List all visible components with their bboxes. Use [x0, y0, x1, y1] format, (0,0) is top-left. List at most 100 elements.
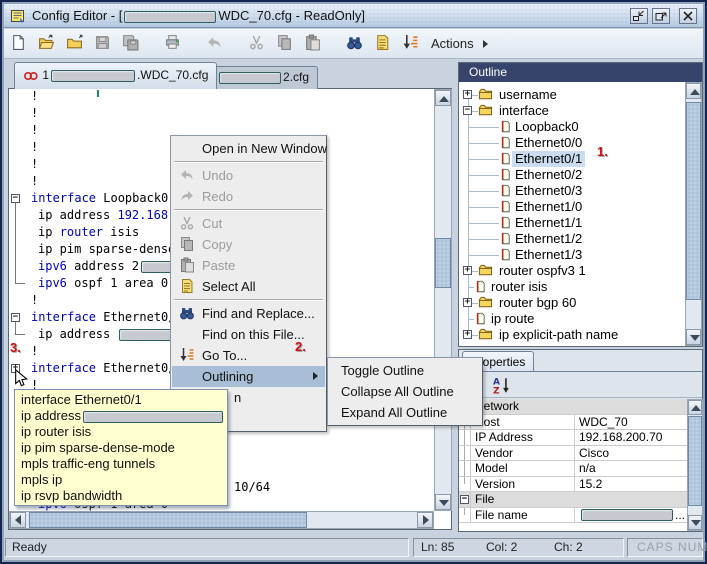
tree-item-username[interactable]: +username [459, 87, 685, 103]
scroll-down-button[interactable] [688, 515, 702, 530]
tree-item-loopback0[interactable]: Loopback0 [459, 119, 685, 135]
collapse-icon[interactable]: − [463, 106, 472, 115]
expand-icon[interactable]: + [463, 90, 472, 99]
menu-item-open-in-new-window[interactable]: Open in New Window [172, 138, 325, 159]
scroll-right-button[interactable] [417, 512, 433, 528]
expand-icon[interactable]: + [463, 266, 472, 275]
tree-item-ethernet0-3[interactable]: Ethernet0/3 [459, 183, 685, 199]
code-text: ! [31, 123, 38, 137]
tree-item-interface[interactable]: −interface [459, 103, 685, 119]
tree-item-ip-route[interactable]: ip route [459, 311, 685, 327]
restore-button[interactable] [630, 8, 648, 24]
tooltip-text: ip rsvp bandwidth [21, 488, 122, 503]
menu-item-outlining[interactable]: Outlining [172, 366, 325, 387]
property-row-host[interactable]: HostWDC_70 [459, 415, 687, 431]
menu-item-expand-all-outline[interactable]: Expand All Outline [329, 402, 481, 423]
property-value[interactable]: WDC_70 [575, 415, 687, 430]
file-icon [474, 280, 487, 293]
property-row-ip-address[interactable]: IP Address192.168.200.70 [459, 430, 687, 446]
titlebar[interactable]: Config Editor - [WDC_70.cfg - ReadOnly] [4, 4, 703, 28]
undo-button[interactable] [203, 31, 226, 57]
collapse-icon[interactable]: − [11, 194, 20, 203]
property-value[interactable]: 15.2 [575, 477, 687, 492]
new-button[interactable] [7, 31, 30, 57]
property-row-model[interactable]: Modeln/a [459, 461, 687, 477]
print-button[interactable] [161, 31, 184, 57]
expand-icon[interactable]: + [463, 298, 472, 307]
close-button[interactable] [679, 8, 697, 24]
tree-item-ethernet1-2[interactable]: Ethernet1/2 [459, 231, 685, 247]
editor-line[interactable]: ! [9, 88, 433, 105]
menu-item-collapse-all-outline[interactable]: Collapse All Outline [329, 381, 481, 402]
editor-line[interactable]: 10/64 [234, 479, 270, 496]
sort-alphabetical-button[interactable]: AZ [493, 376, 511, 394]
copy-button[interactable] [273, 31, 296, 57]
find-button[interactable] [343, 31, 366, 57]
outline-vscrollbar[interactable] [685, 82, 702, 346]
tab-wdc70-cfg[interactable]: 1.WDC_70.cfg [14, 62, 217, 89]
scroll-up-button[interactable] [688, 400, 702, 415]
tab-2-cfg[interactable]: 2.cfg [208, 66, 318, 89]
property-row-vendor[interactable]: VendorCisco [459, 446, 687, 462]
goto-button[interactable] [399, 31, 422, 57]
save-button[interactable] [91, 31, 114, 57]
tree-item-router-ospfv3-1[interactable]: +router ospfv3 1 [459, 263, 685, 279]
maximize-button[interactable] [652, 8, 670, 24]
menu-item-select-all[interactable]: Select All [172, 276, 325, 297]
property-category-file[interactable]: −File [459, 492, 687, 508]
editor-hscrollbar[interactable] [9, 511, 434, 529]
code-text: isis [103, 225, 139, 239]
menu-item-copy[interactable]: Copy [172, 234, 325, 255]
open-button[interactable] [35, 31, 58, 57]
property-row-file-name[interactable]: File name... [459, 508, 687, 524]
menu-item-toggle-outline[interactable]: Toggle Outline [329, 360, 481, 381]
property-value[interactable]: ... [575, 508, 687, 523]
tree-item-ethernet0-1[interactable]: Ethernet0/1 [459, 151, 685, 167]
property-category-network[interactable]: −Network [459, 399, 687, 415]
tree-item-ethernet0-0[interactable]: Ethernet0/0 [459, 135, 685, 151]
tree-item-ethernet1-0[interactable]: Ethernet1/0 [459, 199, 685, 215]
property-value[interactable]: Cisco [575, 446, 687, 461]
cut-button[interactable] [245, 31, 268, 57]
outline-tree[interactable]: +username−interfaceLoopback0Ethernet0/0E… [459, 82, 685, 346]
save-all-button[interactable] [119, 31, 142, 57]
actions-menu-button[interactable]: Actions [431, 36, 488, 51]
print-icon [164, 34, 181, 51]
property-value[interactable]: n/a [575, 461, 687, 476]
scroll-down-button[interactable] [435, 494, 451, 510]
scrollbar-thumb[interactable] [688, 416, 702, 506]
expand-icon[interactable]: + [463, 330, 472, 339]
tree-item-ip-explicit-path-name[interactable]: +ip explicit-path name [459, 327, 685, 343]
menu-item-find-and-replace[interactable]: Find and Replace... [172, 303, 325, 324]
tree-item-label: Ethernet1/0 [512, 199, 585, 215]
property-value[interactable]: 192.168.200.70 [575, 430, 687, 445]
collapse-icon[interactable]: − [11, 313, 20, 322]
scroll-up-button[interactable] [686, 83, 701, 99]
code-text: interface [31, 310, 96, 324]
collapse-icon[interactable]: − [460, 495, 469, 504]
tree-item-ethernet1-1[interactable]: Ethernet1/1 [459, 215, 685, 231]
editor-line[interactable]: ! [9, 105, 433, 122]
scroll-down-button[interactable] [686, 329, 701, 345]
menu-item-cut[interactable]: Cut [172, 213, 325, 234]
properties-vscrollbar[interactable] [687, 399, 703, 531]
tree-item-router-bgp-60[interactable]: +router bgp 60 [459, 295, 685, 311]
copy-icon [179, 236, 195, 252]
tree-item-ethernet0-2[interactable]: Ethernet0/2 [459, 167, 685, 183]
paste-button[interactable] [301, 31, 324, 57]
open-folder-button[interactable] [63, 31, 86, 57]
tree-item-ethernet1-3[interactable]: Ethernet1/3 [459, 247, 685, 263]
scrollbar-thumb[interactable] [435, 238, 451, 288]
editor-vscrollbar[interactable] [434, 89, 452, 511]
tree-item-router-isis[interactable]: router isis [459, 279, 685, 295]
scrollbar-thumb[interactable] [29, 512, 307, 528]
browse-ellipsis[interactable]: ... [675, 508, 685, 522]
scrollbar-thumb[interactable] [686, 102, 701, 300]
menu-item-undo[interactable]: Undo [172, 165, 325, 186]
scroll-up-button[interactable] [435, 90, 451, 106]
menu-item-paste[interactable]: Paste [172, 255, 325, 276]
property-row-version[interactable]: Version15.2 [459, 477, 687, 493]
menu-item-redo[interactable]: Redo [172, 186, 325, 207]
select-all-button[interactable] [371, 31, 394, 57]
scroll-left-button[interactable] [10, 512, 26, 528]
